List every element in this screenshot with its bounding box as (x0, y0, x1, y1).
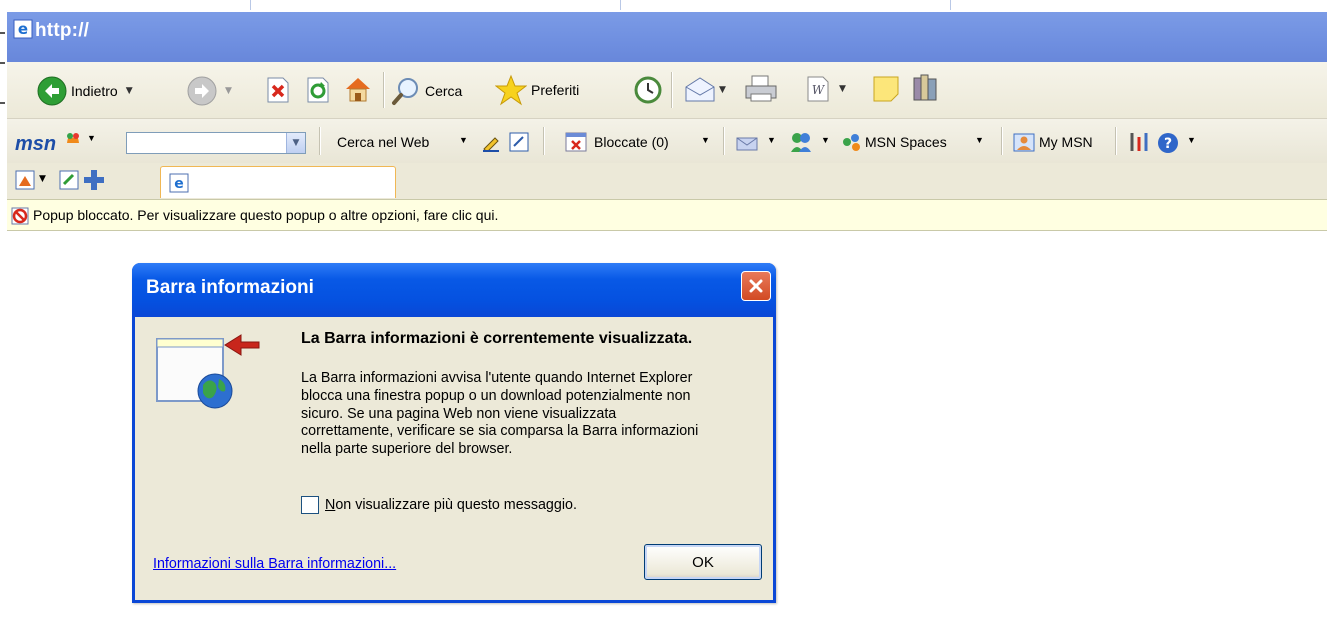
edit-button[interactable]: W ▼ (805, 75, 846, 103)
add-plus-icon[interactable] (83, 169, 105, 191)
mail-icon (685, 77, 715, 102)
home-icon (346, 78, 370, 102)
edit-dropdown-icon[interactable]: ▼ (839, 84, 846, 94)
information-bar-message[interactable]: Popup bloccato. Per visualizzare questo … (33, 207, 498, 223)
highlight-pen-icon[interactable] (481, 132, 501, 152)
svg-text:W: W (812, 83, 826, 97)
forward-arrow-icon (187, 76, 217, 106)
close-icon (749, 279, 763, 293)
word-icon: W (807, 76, 829, 102)
history-icon (634, 76, 662, 104)
msn-spaces-icon (843, 134, 860, 151)
forward-dropdown-icon[interactable]: ▼ (225, 86, 232, 96)
search-icon (392, 78, 418, 105)
ie-icon: e (13, 19, 33, 39)
web-search-button[interactable]: Cerca nel Web (337, 134, 429, 150)
my-msn-icon (1013, 133, 1035, 152)
standard-toolbar: Indietro ▼ ▼ Cerca Preferiti ▼ W ▼ (7, 62, 1327, 119)
spaces-dropdown-icon[interactable]: ▼ (975, 135, 984, 145)
svg-text:?: ? (1164, 136, 1172, 152)
information-bar-help-link[interactable]: Informazioni sulla Barra informazioni... (153, 556, 396, 572)
note-icon (873, 76, 899, 102)
back-button[interactable]: Indietro ▼ (37, 76, 133, 106)
back-arrow-icon (37, 76, 67, 106)
msn-logo-dropdown-icon[interactable]: ▼ (87, 133, 96, 143)
dont-show-again-label[interactable]: Non visualizzare più questo messaggio. (325, 497, 577, 513)
blocked-shield-icon (11, 207, 29, 225)
search-button[interactable]: Cerca (391, 76, 462, 106)
background-window-strip (0, 0, 1327, 12)
dialog-heading: La Barra informazioni è correntemente vi… (301, 330, 693, 347)
msn-mail-icon[interactable] (735, 132, 759, 152)
dont-show-again-row[interactable]: Non visualizzare più questo messaggio. (301, 496, 577, 514)
dont-show-again-checkbox[interactable] (301, 496, 319, 514)
address-tab[interactable]: e (160, 166, 396, 198)
mail-dropdown-icon[interactable]: ▼ (719, 85, 726, 95)
page-ie-icon: e (169, 173, 189, 193)
mail-button[interactable]: ▼ (683, 75, 726, 105)
msn-logo[interactable]: msn (15, 133, 56, 156)
history-button[interactable] (633, 75, 663, 105)
information-bar[interactable]: Popup bloccato. Per visualizzare questo … (7, 199, 1327, 231)
web-search-dropdown-icon[interactable]: ▼ (459, 135, 468, 145)
feeds-icon[interactable] (15, 170, 35, 190)
refresh-icon (307, 77, 329, 103)
refresh-button[interactable] (305, 76, 331, 104)
stop-icon (267, 77, 289, 103)
links-bar: ▼ e (7, 163, 1327, 199)
toolbar-options-icon[interactable] (1127, 131, 1151, 153)
messenger-buddies-icon[interactable] (789, 130, 813, 154)
research-button[interactable] (911, 72, 941, 104)
dialog-title: Barra informazioni (146, 277, 314, 298)
forward-button[interactable]: ▼ (187, 76, 232, 106)
favorites-star-icon (495, 74, 527, 106)
add-favorite-page-icon[interactable] (59, 170, 79, 190)
blocked-popup-icon (565, 132, 587, 152)
msn-toolbar: msn ▼ ▼ Cerca nel Web ▼ Bloccate (0) ▼ ▼… (7, 119, 1327, 163)
msn-spaces-button[interactable]: MSN Spaces (865, 134, 947, 150)
stop-button[interactable] (265, 76, 291, 104)
edit-box-icon[interactable] (509, 132, 529, 152)
printer-icon (745, 75, 777, 102)
help-icon[interactable]: ? (1157, 132, 1179, 154)
dialog-body: La Barra informazioni è correntemente vi… (135, 317, 773, 600)
information-bar-illustration-icon (156, 334, 260, 409)
dialog-description: La Barra informazioni avvisa l'utente qu… (301, 370, 699, 458)
home-button[interactable] (343, 74, 373, 104)
print-button[interactable] (743, 74, 779, 104)
svg-text:e: e (18, 20, 28, 38)
back-dropdown-icon[interactable]: ▼ (126, 86, 133, 96)
blocked-dropdown-icon[interactable]: ▼ (701, 135, 710, 145)
help-dropdown-icon[interactable]: ▼ (1187, 135, 1196, 145)
background-window-edge (0, 12, 7, 633)
msn-butterfly-icon (67, 133, 79, 143)
dialog-title-bar[interactable]: Barra informazioni (132, 263, 776, 317)
blocked-popups-button[interactable]: Bloccate (0) (594, 134, 669, 150)
my-msn-button[interactable]: My MSN (1039, 134, 1093, 150)
information-bar-dialog: Barra informazioni La Barra informazioni… (132, 263, 776, 603)
svg-text:e: e (174, 176, 184, 192)
notes-button[interactable] (871, 74, 901, 104)
close-button[interactable] (741, 271, 771, 301)
feeds-dropdown-icon[interactable]: ▼ (39, 174, 46, 184)
messenger-dropdown-icon[interactable]: ▼ (821, 135, 830, 145)
window-title: http:// (35, 20, 90, 41)
msn-search-combo[interactable]: ▼ (126, 132, 306, 154)
favorites-button[interactable]: Preferiti (495, 74, 579, 106)
combo-dropdown-icon[interactable]: ▼ (286, 133, 305, 153)
ok-button[interactable]: OK (644, 544, 762, 580)
msn-mail-dropdown-icon[interactable]: ▼ (767, 135, 776, 145)
title-bar: e http:// (7, 12, 1327, 62)
research-books-icon (913, 74, 937, 101)
